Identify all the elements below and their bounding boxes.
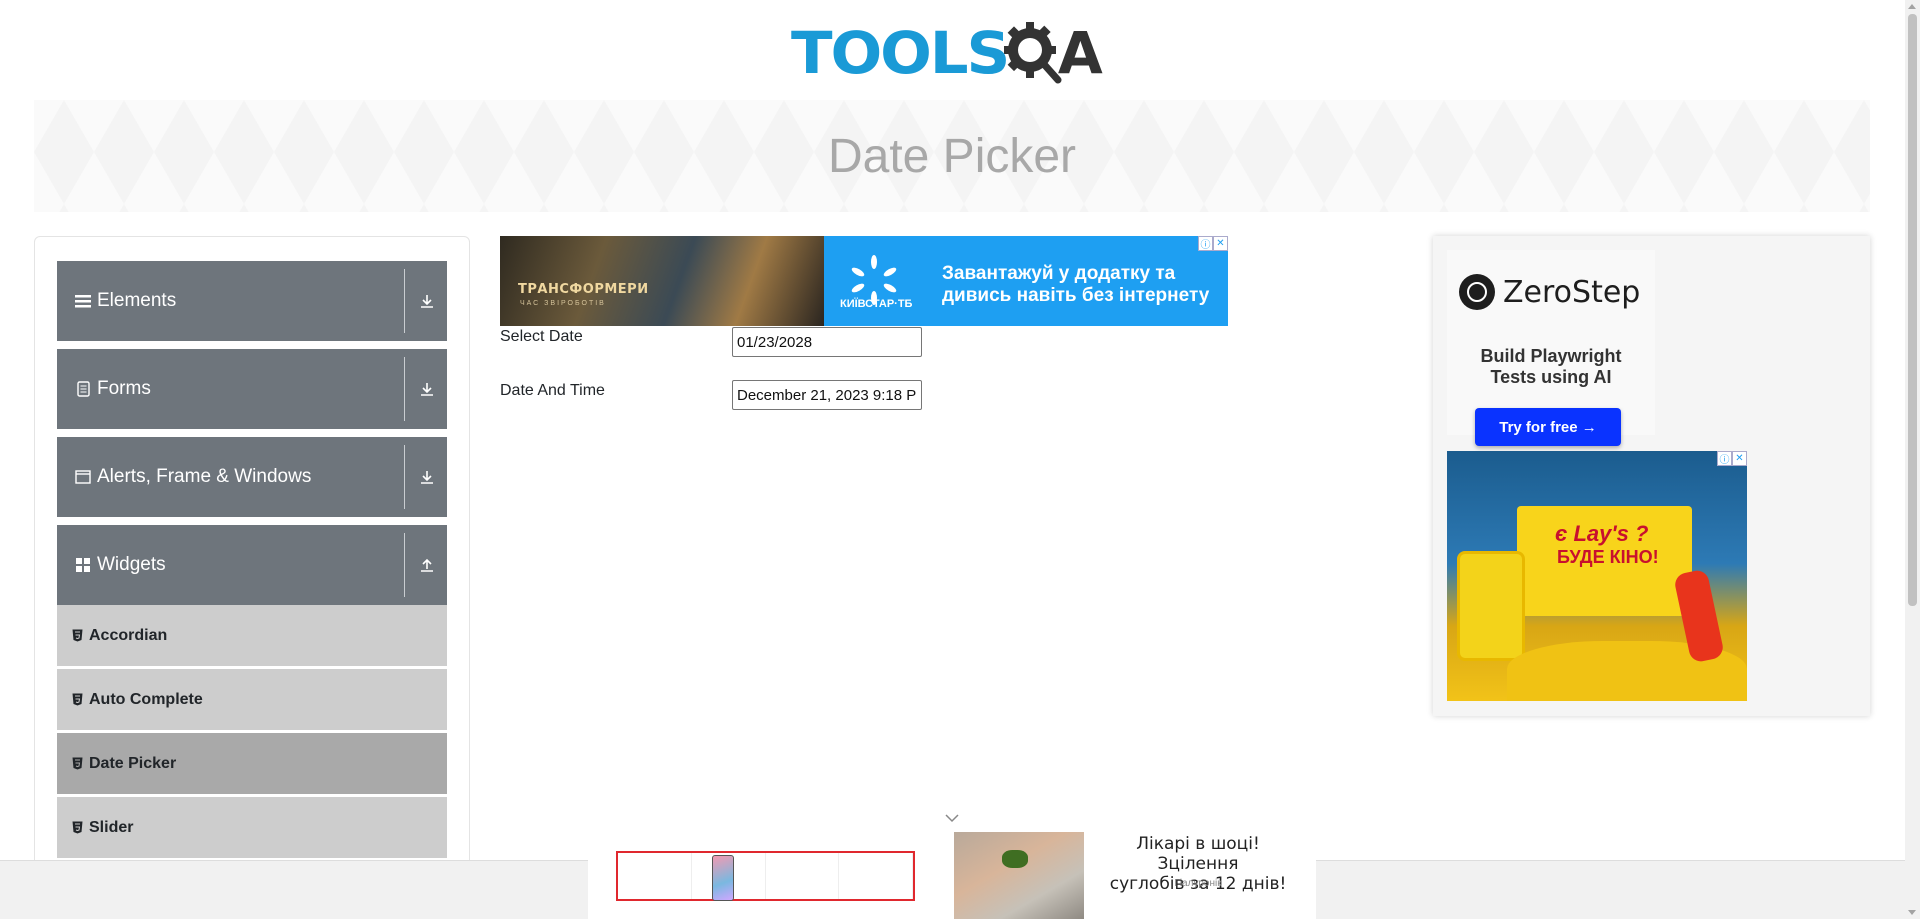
- divider: [404, 269, 405, 333]
- html5-icon: [71, 821, 83, 835]
- grid-icon: [75, 557, 91, 573]
- zerostep-brand: ZeroStep: [1503, 274, 1641, 310]
- ad-info-icon[interactable]: ⓘ: [1198, 236, 1213, 251]
- zerostep-logo-icon: [1459, 274, 1495, 310]
- ad-text-line1: Завантажуй у додатку та: [942, 263, 1176, 284]
- ad-text: Завантажуй у додатку та дивись навіть бе…: [942, 263, 1209, 307]
- scroll-up-icon[interactable]: [1908, 4, 1916, 9]
- lays-brand: є Lay's ?: [1555, 521, 1649, 546]
- date-and-time-label: Date And Time: [500, 382, 605, 399]
- lays-ad[interactable]: є Lay's ? БУДЕ КІНО! ⓘ ✕: [1447, 451, 1747, 701]
- date-and-time-input[interactable]: December 21, 2023 9:18 P: [732, 380, 922, 410]
- page: TOOLS A Date Picker Elements Forms Alert…: [0, 0, 1905, 919]
- ad-close-icon[interactable]: ✕: [1732, 451, 1747, 466]
- zerostep-subtitle-line1: Build Playwright: [1480, 346, 1622, 366]
- window-icon: [75, 469, 91, 485]
- transformers-ad-image: ТРАНСФОРМЕРИ ЧАС ЗВІРОБОТІВ: [500, 236, 824, 326]
- zerostep-logo: ZeroStep: [1459, 274, 1640, 310]
- download-arrow-icon[interactable]: [416, 290, 438, 312]
- download-arrow-icon[interactable]: [416, 378, 438, 400]
- page-title: Date Picker: [827, 129, 1077, 183]
- upload-arrow-icon[interactable]: [416, 554, 438, 576]
- sidebar-group-alerts[interactable]: Alerts, Frame & Windows: [57, 437, 447, 517]
- lays-ad-text: БУДЕ КІНО!: [1557, 547, 1659, 567]
- toolsqa-logo[interactable]: TOOLS A: [791, 14, 1116, 92]
- select-date-input[interactable]: 01/23/2028: [732, 327, 922, 357]
- download-arrow-icon[interactable]: [416, 466, 438, 488]
- divider: [404, 445, 405, 509]
- bottom-ad-source: Гіалуронік: [1174, 878, 1222, 889]
- page-banner: Date Picker: [34, 100, 1870, 212]
- kyivstar-ad-panel: КИЇВСТАР·ТБ Завантажуй у додатку та диви…: [824, 236, 1228, 326]
- divider: [404, 533, 405, 597]
- carousel-slot: [618, 853, 692, 899]
- zerostep-subtitle-line2: Tests using AI: [1490, 367, 1612, 387]
- ad-close-icon[interactable]: ✕: [1213, 236, 1228, 251]
- ad-choices: ⓘ ✕: [1198, 236, 1228, 251]
- html5-icon: [71, 757, 83, 771]
- ad-foot-image: [954, 832, 1084, 919]
- bottom-ad-title-line1: Лікарі в шоці! Зцілення: [1136, 834, 1260, 874]
- chips-bag-image: [1457, 551, 1525, 661]
- phone-image: [692, 853, 766, 901]
- scroll-down-icon[interactable]: [1908, 910, 1916, 915]
- sidebar-item-slider[interactable]: Slider: [57, 797, 447, 859]
- sidebar-group-label: Forms: [97, 378, 151, 399]
- chevron-down-icon[interactable]: [945, 813, 959, 823]
- hamburger-icon: [75, 293, 91, 309]
- kyivstar-ad-banner[interactable]: ТРАНСФОРМЕРИ ЧАС ЗВІРОБОТІВ КИЇВСТАР·ТБ …: [500, 236, 1228, 326]
- zerostep-ad[interactable]: ZeroStep Build Playwright Tests using AI…: [1447, 250, 1655, 446]
- page-scrollbar[interactable]: [1905, 0, 1920, 919]
- carousel-slot: [839, 853, 913, 899]
- sidebar-item-date-picker[interactable]: Date Picker: [57, 733, 447, 795]
- zerostep-subtitle: Build Playwright Tests using AI: [1447, 346, 1655, 388]
- logo-a-text: A: [1057, 19, 1103, 87]
- divider: [404, 357, 405, 421]
- sidebar-group-widgets[interactable]: Widgets: [57, 525, 447, 605]
- html5-icon: [71, 693, 83, 707]
- sidebar-item-label: Date Picker: [89, 754, 177, 772]
- ad-movie-title: ТРАНСФОРМЕРИ: [518, 282, 649, 297]
- sidebar-group-elements[interactable]: Elements: [57, 261, 447, 341]
- ad-info-icon[interactable]: ⓘ: [1717, 451, 1732, 466]
- document-icon: [75, 381, 91, 397]
- sidebar-group-label: Widgets: [97, 554, 166, 575]
- ad-text-line2: дивись навіть без інтернету: [942, 285, 1210, 306]
- ad-choices: ⓘ ✕: [1717, 451, 1747, 466]
- ad-brand: КИЇВСТАР·ТБ: [840, 298, 913, 310]
- sidebar-group-label: Alerts, Frame & Windows: [97, 466, 312, 487]
- product-carousel[interactable]: [616, 851, 915, 901]
- try-for-free-button[interactable]: Try for free →: [1475, 408, 1621, 446]
- sidebar-group-label: Elements: [97, 290, 177, 311]
- sidebar-item-label: Accordian: [89, 626, 168, 644]
- bottom-ad[interactable]: Лікарі в шоці! Зцілення суглобів за 12 д…: [588, 826, 1316, 919]
- sidebar-item-auto-complete[interactable]: Auto Complete: [57, 669, 447, 731]
- ad-movie-subtitle: ЧАС ЗВІРОБОТІВ: [520, 300, 606, 307]
- sidebar: Elements Forms Alerts, Frame & Windows W…: [34, 236, 470, 919]
- carousel-slot: [766, 853, 840, 899]
- scrollbar-thumb[interactable]: [1908, 14, 1917, 606]
- sidebar-item-label: Slider: [89, 818, 134, 836]
- select-date-label: Select Date: [500, 328, 583, 345]
- right-ad-panel: ZeroStep Build Playwright Tests using AI…: [1433, 236, 1870, 716]
- sidebar-item-label: Auto Complete: [89, 690, 203, 708]
- gear-magnifier-icon: [1003, 22, 1062, 84]
- sidebar-item-accordian[interactable]: Accordian: [57, 605, 447, 667]
- html5-icon: [71, 629, 83, 643]
- logo-tools-text: TOOLS: [791, 19, 1010, 87]
- sidebar-group-forms[interactable]: Forms: [57, 349, 447, 429]
